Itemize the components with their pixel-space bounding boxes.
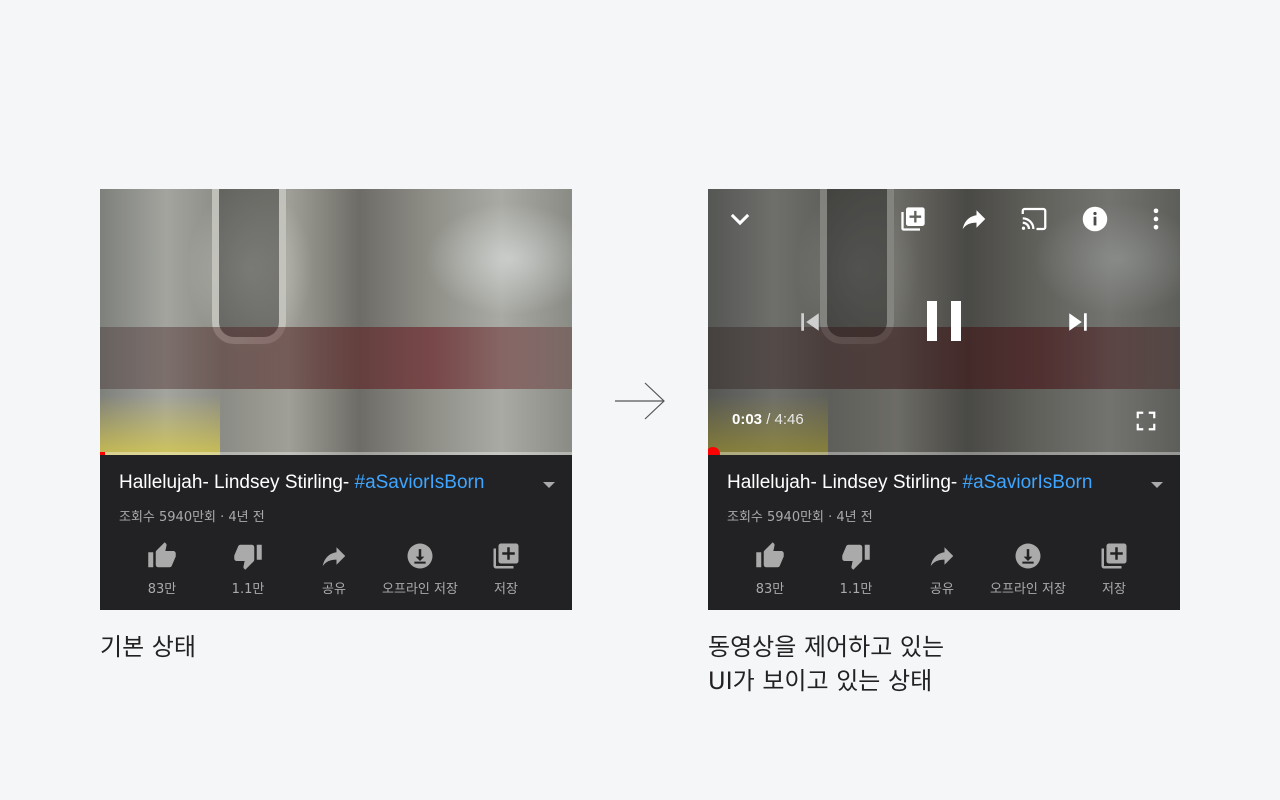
share-label: 공유 bbox=[322, 582, 346, 597]
playlist-add-icon bbox=[1101, 543, 1127, 569]
video-card-default: Hallelujah- Lindsey Stirling- #aSaviorIs… bbox=[100, 189, 572, 610]
more-icon bbox=[1153, 208, 1159, 230]
previous-button[interactable] bbox=[792, 304, 828, 340]
share-icon bbox=[962, 210, 986, 229]
pause-button[interactable] bbox=[920, 297, 968, 345]
info-icon bbox=[1082, 206, 1108, 232]
progress-bar[interactable] bbox=[708, 452, 1180, 455]
video-player[interactable] bbox=[100, 189, 572, 455]
time-display: 0:03 / 4:46 bbox=[732, 411, 804, 428]
time-separator: / bbox=[766, 411, 771, 428]
download-icon bbox=[407, 543, 433, 569]
video-card-controls: 0:03 / 4:46 Hallelujah- Lindsey Stirling… bbox=[708, 189, 1180, 610]
like-count: 83만 bbox=[147, 582, 177, 597]
like-button[interactable]: 83만 bbox=[725, 541, 815, 597]
download-icon bbox=[1015, 543, 1041, 569]
collapse-button[interactable] bbox=[724, 203, 756, 235]
arrow-right-icon bbox=[615, 382, 665, 420]
cast-button[interactable] bbox=[1018, 203, 1050, 235]
current-time: 0:03 bbox=[732, 411, 763, 428]
previous-icon bbox=[801, 313, 819, 331]
share-label: 공유 bbox=[930, 582, 954, 597]
expand-description-icon[interactable] bbox=[1151, 482, 1163, 488]
dislike-button[interactable]: 1.1만 bbox=[203, 541, 293, 597]
like-button[interactable]: 83만 bbox=[117, 541, 207, 597]
thumbs-up-icon bbox=[756, 542, 784, 568]
share-icon bbox=[322, 547, 346, 566]
thumbs-up-icon bbox=[148, 542, 176, 568]
caption-default-state: 기본 상태 bbox=[100, 633, 196, 661]
fullscreen-icon bbox=[1136, 411, 1156, 431]
save-label: 저장 bbox=[1102, 582, 1126, 597]
video-title-hashtag[interactable]: #aSaviorIsBorn bbox=[963, 472, 1093, 493]
next-button[interactable] bbox=[1060, 304, 1096, 340]
video-frame-floor bbox=[100, 395, 220, 455]
share-icon bbox=[930, 547, 954, 566]
caption-controls-line1: 동영상을 제어하고 있는 bbox=[708, 633, 945, 661]
add-to-playlist-button[interactable] bbox=[897, 203, 929, 235]
dislike-button[interactable]: 1.1만 bbox=[811, 541, 901, 597]
dislike-count: 1.1만 bbox=[839, 582, 873, 597]
dislike-count: 1.1만 bbox=[231, 582, 265, 597]
save-label: 저장 bbox=[494, 582, 518, 597]
add-to-playlist-icon bbox=[901, 207, 925, 231]
video-title-hashtag[interactable]: #aSaviorIsBorn bbox=[355, 472, 485, 493]
next-icon bbox=[1069, 313, 1087, 331]
duration: 4:46 bbox=[774, 411, 804, 428]
video-frame-window bbox=[212, 189, 286, 344]
fullscreen-button[interactable] bbox=[1132, 407, 1160, 435]
save-button[interactable]: 저장 bbox=[461, 541, 551, 597]
action-bar: 83만 1.1만 공유 오프라인 저장 저장 bbox=[708, 541, 1180, 597]
progress-bar[interactable] bbox=[100, 452, 572, 455]
save-button[interactable]: 저장 bbox=[1069, 541, 1159, 597]
download-label: 오프라인 저장 bbox=[382, 582, 458, 597]
video-meta: 조회수 5940만회 · 4년 전 bbox=[727, 510, 873, 525]
download-label: 오프라인 저장 bbox=[990, 582, 1066, 597]
pause-icon bbox=[927, 301, 961, 341]
cast-icon bbox=[1021, 207, 1047, 231]
caption-controls-line2: UI가 보이고 있는 상태 bbox=[708, 667, 933, 695]
share-button[interactable]: 공유 bbox=[897, 541, 987, 597]
share-button[interactable]: 공유 bbox=[289, 541, 379, 597]
video-meta: 조회수 5940만회 · 4년 전 bbox=[119, 510, 265, 525]
caption-controls-state: 동영상을 제어하고 있는 UI가 보이고 있는 상태 bbox=[708, 630, 944, 698]
playlist-add-icon bbox=[493, 543, 519, 569]
thumbs-down-icon bbox=[842, 544, 870, 570]
expand-description-icon[interactable] bbox=[543, 482, 555, 488]
video-title[interactable]: Hallelujah- Lindsey Stirling- #aSaviorIs… bbox=[119, 472, 519, 494]
action-bar: 83만 1.1만 공유 오프라인 저장 저장 bbox=[100, 541, 572, 597]
info-button[interactable] bbox=[1079, 203, 1111, 235]
video-player[interactable]: 0:03 / 4:46 bbox=[708, 189, 1180, 455]
share-button[interactable] bbox=[958, 203, 990, 235]
thumbs-down-icon bbox=[234, 544, 262, 570]
download-button[interactable]: 오프라인 저장 bbox=[983, 541, 1073, 597]
more-options-button[interactable] bbox=[1140, 203, 1172, 235]
like-count: 83만 bbox=[755, 582, 785, 597]
video-frame-stripe bbox=[100, 327, 572, 389]
collapse-icon bbox=[730, 213, 750, 226]
video-title-text: Hallelujah- Lindsey Stirling- bbox=[119, 472, 355, 493]
video-title[interactable]: Hallelujah- Lindsey Stirling- #aSaviorIs… bbox=[727, 472, 1127, 494]
video-title-text: Hallelujah- Lindsey Stirling- bbox=[727, 472, 963, 493]
download-button[interactable]: 오프라인 저장 bbox=[375, 541, 465, 597]
progress-bar-fill bbox=[100, 452, 106, 455]
